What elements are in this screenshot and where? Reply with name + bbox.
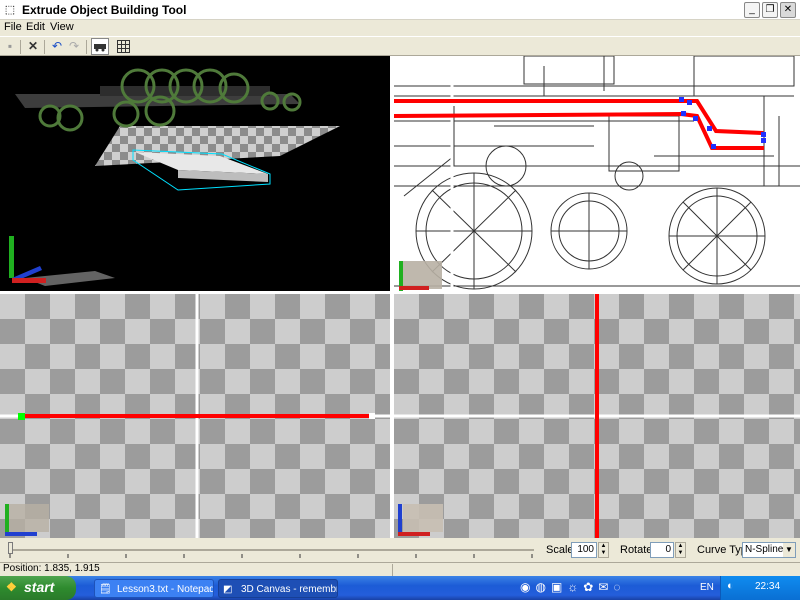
selected-point-handle[interactable] xyxy=(18,413,25,420)
rotate-label: Rotate xyxy=(620,544,653,556)
system-tray: ◐ 22:34 xyxy=(720,576,800,600)
viewport-divider-vertical[interactable] xyxy=(390,56,394,538)
menu-file[interactable]: File xyxy=(4,21,22,33)
toolbar-separator xyxy=(44,40,45,54)
volume-icon[interactable]: ◐ xyxy=(727,580,734,592)
status-bar: Position: 1.835, 1.915 xyxy=(0,562,800,576)
close-button[interactable]: ✕ xyxy=(780,2,796,18)
start-button[interactable]: ❖ start xyxy=(0,576,76,600)
slider-thumb[interactable] xyxy=(8,542,13,554)
redo-icon[interactable]: ↷ xyxy=(65,38,83,55)
top-viewport[interactable] xyxy=(0,294,390,538)
menu-bar: File Edit View xyxy=(0,20,800,36)
toolbar: ▪ ✕ ↶ ↷ xyxy=(0,36,800,56)
axis-gizmo xyxy=(398,504,443,536)
timeline-slider[interactable] xyxy=(6,541,536,559)
viewport-divider-horizontal[interactable] xyxy=(0,291,800,294)
end-point-handle[interactable] xyxy=(369,413,375,419)
axis-gizmo xyxy=(399,261,442,291)
quick-launch-icons[interactable]: ◉◍▣☼✿✉◌ xyxy=(520,580,670,596)
language-indicator[interactable]: EN xyxy=(700,582,714,593)
side-viewport[interactable] xyxy=(394,294,800,538)
axis-gizmo xyxy=(5,504,49,536)
start-label: start xyxy=(24,579,55,595)
position-readout: Position: 1.835, 1.915 xyxy=(3,563,100,574)
title-bar: ⬚ Extrude Object Building Tool _ ❐ ✕ xyxy=(0,0,800,20)
save-icon[interactable]: ▪ xyxy=(1,38,19,55)
undo-icon[interactable]: ↶ xyxy=(48,38,66,55)
menu-edit[interactable]: Edit xyxy=(26,21,45,33)
curve-type-value: N-Spline xyxy=(745,544,784,555)
windows-logo-icon: ❖ xyxy=(6,580,17,594)
app-icon: ⬚ xyxy=(4,4,16,16)
task-label: Lesson3.txt - Notepad xyxy=(117,584,214,595)
notepad-icon: 🗒 xyxy=(99,584,112,595)
minimize-button[interactable]: _ xyxy=(744,2,760,18)
slider-track xyxy=(10,549,534,551)
window-title: Extrude Object Building Tool xyxy=(22,3,187,17)
toolbar-separator xyxy=(86,40,87,54)
scale-input[interactable]: 100 xyxy=(571,542,597,558)
close-x-icon[interactable]: ✕ xyxy=(24,38,42,55)
chevron-down-icon[interactable]: ▼ xyxy=(783,543,795,557)
curve-type-select[interactable]: N-Spline ▼ xyxy=(742,542,796,558)
task-label: 3D Canvas - remembr... xyxy=(241,584,338,595)
scale-label: Scale xyxy=(546,544,574,556)
rotate-spinner[interactable]: ▲ ▼ xyxy=(675,542,686,558)
menu-view[interactable]: View xyxy=(50,21,74,33)
toolbar-separator xyxy=(20,40,21,54)
task-notepad[interactable]: 🗒 Lesson3.txt - Notepad xyxy=(94,579,214,598)
status-separator xyxy=(392,564,393,576)
app-icon: ◩ xyxy=(223,584,233,595)
perspective-viewport[interactable] xyxy=(0,56,390,291)
rotate-input[interactable]: 0 xyxy=(650,542,674,558)
maximize-button[interactable]: ❐ xyxy=(762,2,778,18)
bottom-controls: Scale 100 ▲ ▼ Rotate 0 ▲ ▼ Curve Type N-Sp… xyxy=(0,538,800,562)
clock: 22:34 xyxy=(755,581,781,592)
grid-icon[interactable] xyxy=(114,38,132,55)
task-3d-canvas[interactable]: ◩ 3D Canvas - remembr... xyxy=(218,579,338,598)
front-viewport[interactable] xyxy=(394,56,800,291)
axis-gizmo xyxy=(9,236,115,286)
slider-ticks xyxy=(9,554,533,558)
scale-spinner[interactable]: ▲ ▼ xyxy=(598,542,609,558)
train-icon[interactable] xyxy=(91,38,109,55)
